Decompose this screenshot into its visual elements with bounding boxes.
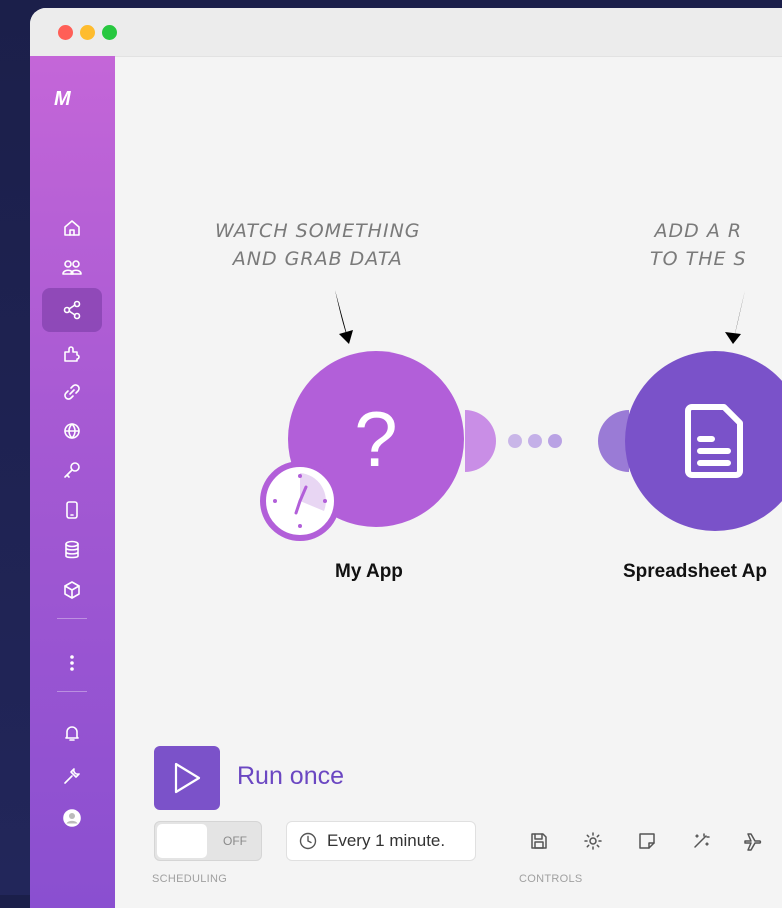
- webhooks-icon[interactable]: [42, 409, 102, 453]
- minimize-window-button[interactable]: [80, 25, 95, 40]
- module-label: Spreadsheet Ap: [623, 561, 767, 582]
- question-icon: ?: [354, 394, 398, 483]
- home-icon[interactable]: [42, 206, 102, 250]
- connections-icon[interactable]: [42, 370, 102, 414]
- schedule-interval-text: Every 1 minute.: [327, 831, 446, 850]
- scheduling-toggle[interactable]: OFF: [154, 821, 262, 861]
- schedule-clock-icon[interactable]: [260, 461, 340, 541]
- notifications-icon[interactable]: [42, 711, 102, 755]
- toggle-knob: [157, 824, 207, 858]
- run-once-label[interactable]: Run once: [237, 762, 344, 791]
- sidebar-divider: [57, 691, 87, 692]
- close-window-button[interactable]: [58, 25, 73, 40]
- scheduling-label: SCHEDULING: [152, 873, 228, 885]
- settings-icon[interactable]: [42, 754, 102, 798]
- app-window: M WATCH SOMETHING AND GRAB DATA ADD A R …: [30, 8, 782, 908]
- more-icon[interactable]: [42, 641, 102, 685]
- scenarios-icon[interactable]: [42, 288, 102, 332]
- settings-gear-icon[interactable]: [573, 821, 613, 861]
- module-spreadsheet[interactable]: [625, 351, 782, 531]
- notes-icon[interactable]: [627, 821, 667, 861]
- hint-add-row: ADD A R TO THE S: [650, 220, 747, 270]
- keys-icon[interactable]: [42, 448, 102, 492]
- document-icon: [685, 404, 743, 478]
- schedule-interval-button[interactable]: Every 1 minute.: [286, 821, 476, 861]
- magic-wand-icon[interactable]: [681, 821, 721, 861]
- hint-arrow: [725, 290, 745, 344]
- title-bar: [30, 8, 782, 57]
- airplane-icon[interactable]: [733, 821, 773, 861]
- devices-icon[interactable]: [42, 488, 102, 532]
- hint-arrow: [335, 290, 353, 344]
- maximize-window-button[interactable]: [102, 25, 117, 40]
- controls-label: CONTROLS: [519, 873, 583, 885]
- datastructures-icon[interactable]: [42, 568, 102, 612]
- run-once-button[interactable]: [154, 746, 220, 810]
- save-icon[interactable]: [519, 821, 559, 861]
- module-label: My App: [335, 561, 403, 582]
- scenario-canvas[interactable]: WATCH SOMETHING AND GRAB DATA ADD A R TO…: [115, 56, 782, 908]
- datastores-icon[interactable]: [42, 528, 102, 572]
- module-connector[interactable]: [463, 406, 633, 476]
- play-icon: [174, 762, 201, 794]
- logo[interactable]: M: [54, 88, 71, 111]
- sidebar: M: [30, 56, 115, 908]
- sidebar-divider: [57, 618, 87, 619]
- hint-watch: WATCH SOMETHING AND GRAB DATA: [215, 220, 421, 270]
- toggle-state: OFF: [223, 834, 247, 848]
- clock-icon: [299, 832, 317, 850]
- team-icon[interactable]: [42, 246, 102, 290]
- profile-icon[interactable]: [42, 796, 102, 840]
